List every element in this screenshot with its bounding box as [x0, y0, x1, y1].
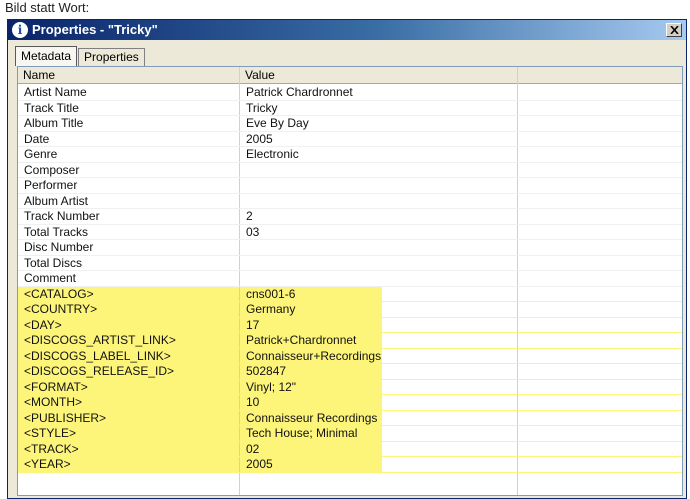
table-row[interactable]: Performer — [18, 178, 682, 194]
column-header-value[interactable]: Value — [240, 67, 518, 83]
table-row[interactable]: Total Tracks 03 — [18, 224, 682, 240]
row-value: Patrick+Chardronnet — [240, 333, 382, 348]
table-row[interactable]: Comment — [18, 271, 682, 287]
row-value: Eve By Day — [246, 116, 309, 130]
row-name: <DAY> — [18, 317, 239, 333]
table-row[interactable]: Disc Number — [18, 240, 682, 256]
row-name: Comment — [24, 271, 77, 285]
table-row[interactable]: <STYLE> Tech House; Minimal — [18, 426, 682, 442]
close-button[interactable] — [666, 23, 682, 37]
column-header-name[interactable]: Name — [18, 67, 240, 83]
row-name: Disc Number — [24, 240, 94, 254]
table-row[interactable]: Total Discs — [18, 255, 682, 271]
row-value: Patrick Chardronnet — [246, 85, 353, 99]
row-name: Performer — [24, 178, 78, 192]
row-name: <DISCOGS_RELEASE_ID> — [18, 364, 239, 379]
title-bar[interactable]: i Properties - "Tricky" — [8, 20, 686, 40]
row-name: <TRACK> — [18, 441, 239, 457]
row-value: cns001-6 — [240, 286, 382, 302]
row-name: Genre — [24, 147, 58, 161]
table-row[interactable]: <DISCOGS_RELEASE_ID> 502847 — [18, 364, 682, 380]
page-caption: Bild statt Wort: — [5, 0, 90, 15]
table-row[interactable]: <PUBLISHER> Connaisseur Recordings — [18, 410, 682, 426]
row-name: <CATALOG> — [18, 286, 239, 302]
row-name: <DISCOGS_ARTIST_LINK> — [18, 333, 239, 348]
row-value: 2 — [246, 209, 253, 223]
properties-dialog: i Properties - "Tricky" Metadata Propert… — [7, 19, 687, 499]
row-name: Total Discs — [24, 255, 83, 270]
row-value: Tricky — [246, 100, 278, 115]
row-value — [240, 178, 382, 193]
row-value: Connaisseur+Recordings — [240, 348, 382, 364]
row-name: <MONTH> — [18, 395, 239, 410]
row-value — [240, 163, 382, 178]
table-row[interactable]: Track Number 2 — [18, 209, 682, 225]
row-value: 17 — [240, 317, 382, 333]
table-body: Artist Name Patrick Chardronnet Track Titl… — [18, 85, 682, 473]
tab-strip: Metadata Properties — [15, 46, 145, 66]
row-name: Track Number — [24, 209, 100, 223]
row-name: Album Artist — [24, 193, 89, 208]
row-value: 02 — [240, 441, 382, 457]
table-header: Name Value — [18, 67, 682, 84]
table-row[interactable]: Album Title Eve By Day — [18, 116, 682, 132]
row-value — [240, 256, 382, 271]
row-name: <FORMAT> — [18, 379, 239, 395]
tab-metadata[interactable]: Metadata — [15, 46, 78, 66]
window-title: Properties - "Tricky" — [32, 22, 158, 37]
row-value — [240, 194, 382, 209]
row-name: <PUBLISHER> — [18, 410, 239, 426]
table-row[interactable]: Date 2005 — [18, 131, 682, 147]
table-row[interactable]: Composer — [18, 162, 682, 178]
close-icon — [669, 26, 679, 34]
table-row[interactable]: Track Title Tricky — [18, 100, 682, 116]
info-icon: i — [12, 22, 28, 38]
table-row[interactable]: <TRACK> 02 — [18, 441, 682, 457]
row-value — [240, 271, 382, 286]
column-header-empty — [518, 67, 682, 83]
row-value: 2005 — [240, 457, 382, 472]
table-row[interactable]: <YEAR> 2005 — [18, 457, 682, 473]
row-name: <COUNTRY> — [18, 302, 239, 317]
table-row[interactable]: <CATALOG> cns001-6 — [18, 286, 682, 302]
row-value — [240, 240, 382, 255]
table-row[interactable]: <DAY> 17 — [18, 317, 682, 333]
row-value: 502847 — [240, 364, 382, 379]
row-value: Connaisseur Recordings — [240, 410, 382, 426]
row-name: Album Title — [24, 116, 84, 130]
row-name: Date — [24, 131, 50, 146]
table-row[interactable]: <FORMAT> Vinyl; 12" — [18, 379, 682, 395]
metadata-table[interactable]: Name Value Artist Name Patrick Chardronne… — [17, 66, 683, 496]
row-value: 10 — [240, 395, 382, 410]
table-row[interactable]: Genre Electronic — [18, 147, 682, 163]
table-row[interactable]: <COUNTRY> Germany — [18, 302, 682, 318]
row-name: Artist Name — [24, 85, 87, 99]
row-name: <YEAR> — [18, 457, 239, 472]
row-value: Electronic — [246, 147, 299, 161]
tab-properties[interactable]: Properties — [78, 48, 145, 66]
table-row[interactable]: <DISCOGS_LABEL_LINK> Connaisseur+Recordin… — [18, 348, 682, 364]
row-name: Track Title — [24, 100, 79, 115]
row-value: Vinyl; 12" — [240, 379, 382, 395]
table-row[interactable]: <MONTH> 10 — [18, 395, 682, 411]
row-name: Total Tracks — [24, 224, 89, 239]
row-name: <DISCOGS_LABEL_LINK> — [18, 348, 239, 364]
row-value: 03 — [246, 224, 260, 239]
row-name: Composer — [24, 162, 80, 177]
row-value: Tech House; Minimal — [240, 426, 382, 441]
row-value: Germany — [240, 302, 382, 317]
row-name: <STYLE> — [18, 426, 239, 441]
table-row[interactable]: <DISCOGS_ARTIST_LINK> Patrick+Chardronnet — [18, 333, 682, 349]
table-row[interactable]: Artist Name Patrick Chardronnet — [18, 85, 682, 101]
table-row[interactable]: Album Artist — [18, 193, 682, 209]
row-value: 2005 — [246, 131, 273, 146]
